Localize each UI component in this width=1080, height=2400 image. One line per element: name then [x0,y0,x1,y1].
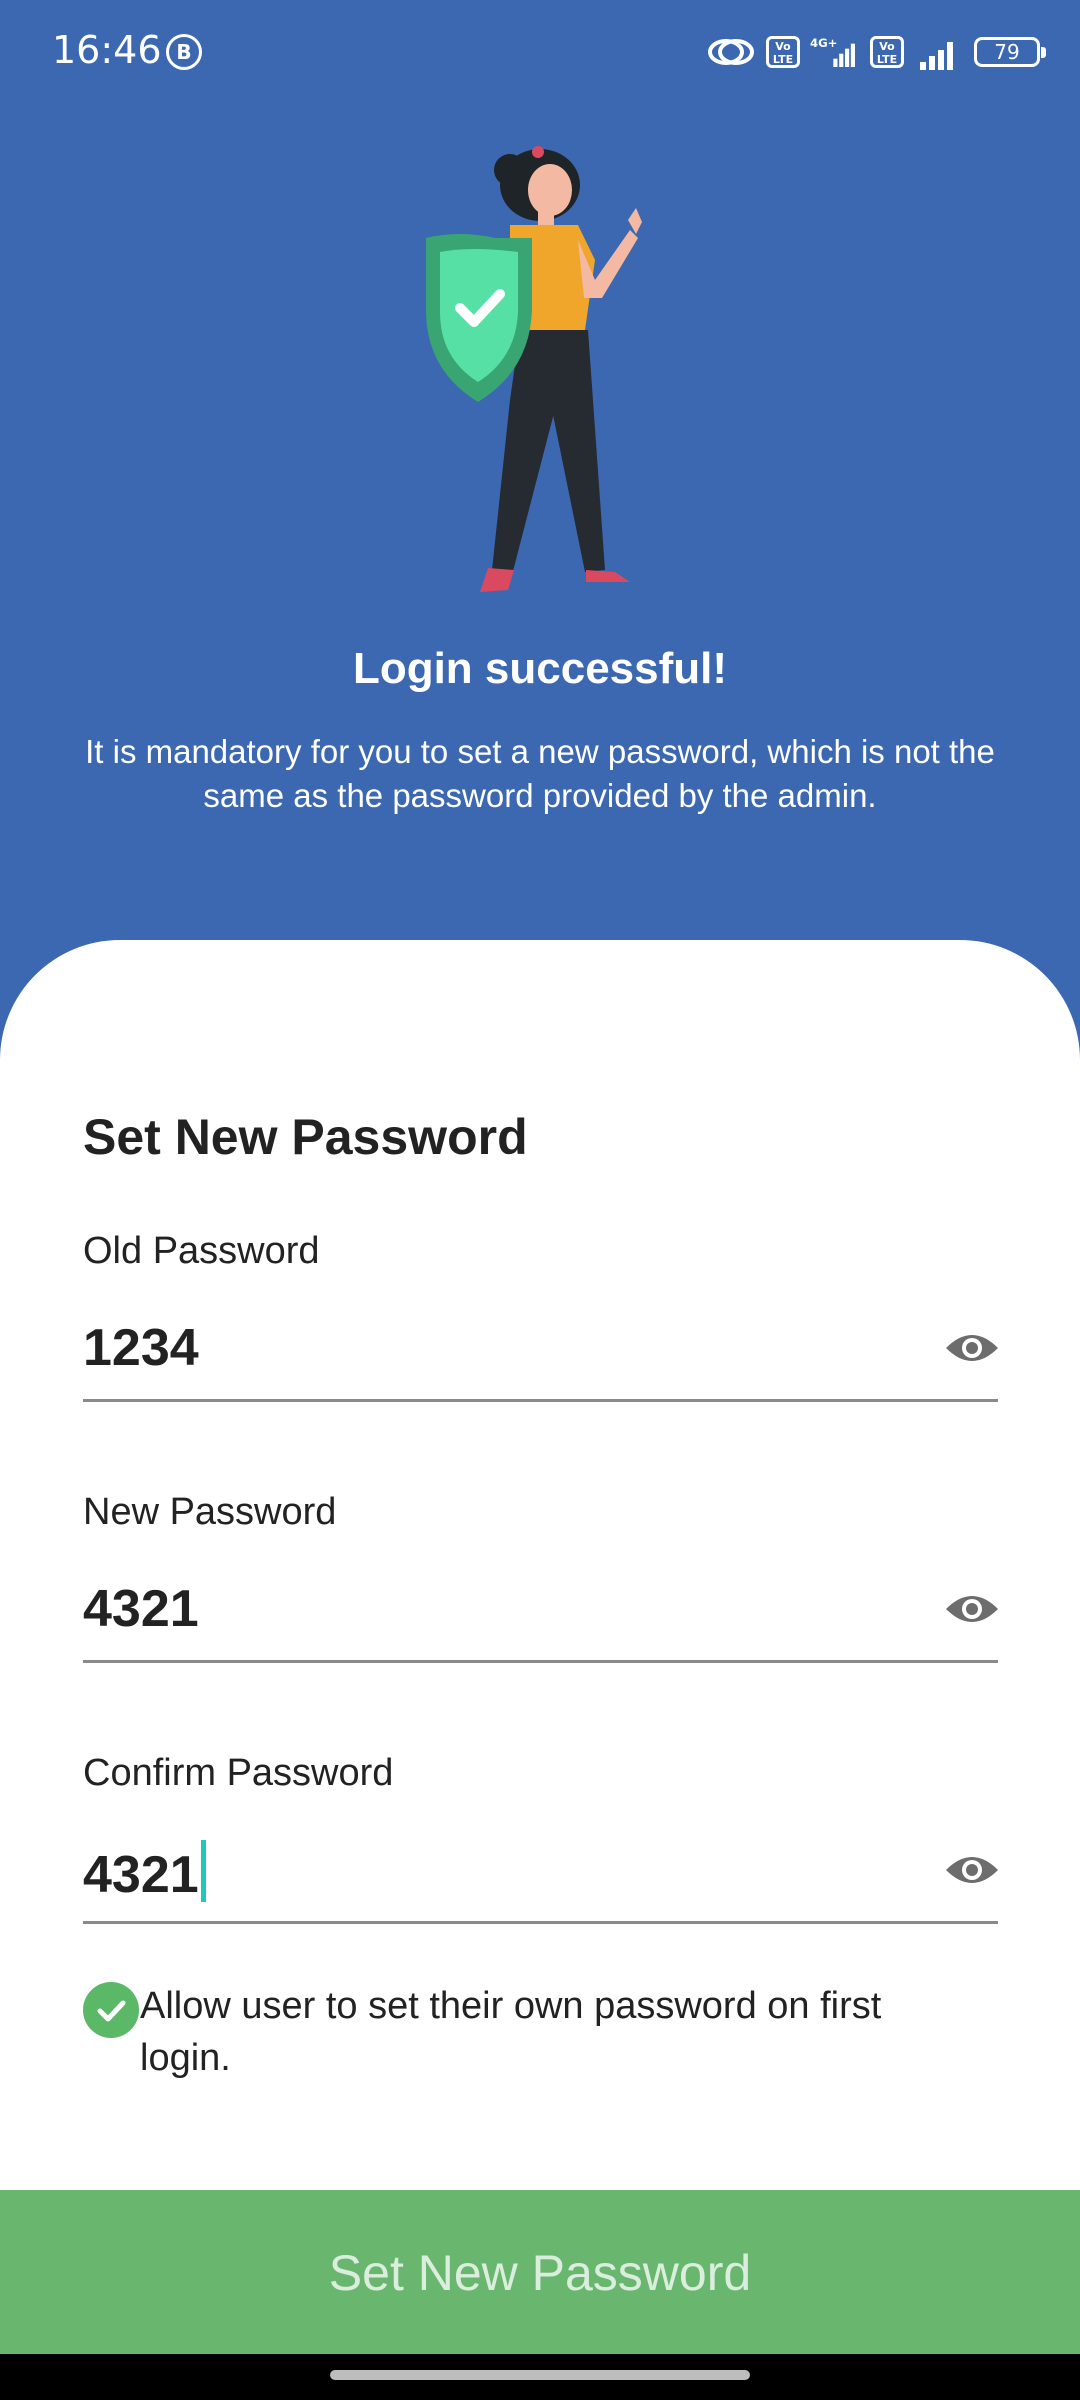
eye-icon[interactable] [944,1589,1000,1629]
hotspot-link-icon [708,39,754,65]
success-title: Login successful! [352,644,728,693]
text-cursor [200,1840,206,1902]
old-password-label: Old Password [83,1230,320,1272]
new-password-value: 4321 [83,1580,199,1638]
volte-icon: Vo LTE [766,36,800,68]
eye-icon[interactable] [944,1328,1000,1368]
allow-checkbox[interactable] [83,1982,139,2038]
check-icon [97,2000,126,2022]
svg-text:4G+: 4G+ [810,36,837,50]
b-badge-icon: B [166,34,202,70]
security-illustration [426,146,642,592]
allow-checkbox-label: Allow user to set their own password on … [140,1985,882,2079]
new-password-field[interactable] [83,1573,998,1663]
status-time: 16:46 [52,28,162,72]
volte-icon-2: Vo LTE [870,36,904,68]
eye-icon[interactable] [944,1850,1000,1890]
status-icons: Vo LTE 4G+ Vo LTE 79 [706,30,1046,74]
confirm-password-field[interactable] [83,1834,998,1924]
old-password-field[interactable] [83,1312,998,1402]
confirm-password-value: 4321 [83,1840,206,1905]
form-title: Set New Password [83,1109,528,1165]
confirm-password-text: 4321 [83,1846,199,1904]
confirm-password-label: Confirm Password [83,1752,394,1794]
set-new-password-button[interactable]: Set New Password [0,2190,1080,2354]
battery-icon: 79 [974,37,1046,67]
new-password-label: New Password [83,1491,337,1533]
signal-icon [920,42,953,70]
signal-4g-icon: 4G+ [810,36,855,67]
home-indicator[interactable] [330,2370,750,2380]
old-password-value: 1234 [83,1319,199,1377]
success-message: It is mandatory for you to set a new pas… [85,733,995,814]
